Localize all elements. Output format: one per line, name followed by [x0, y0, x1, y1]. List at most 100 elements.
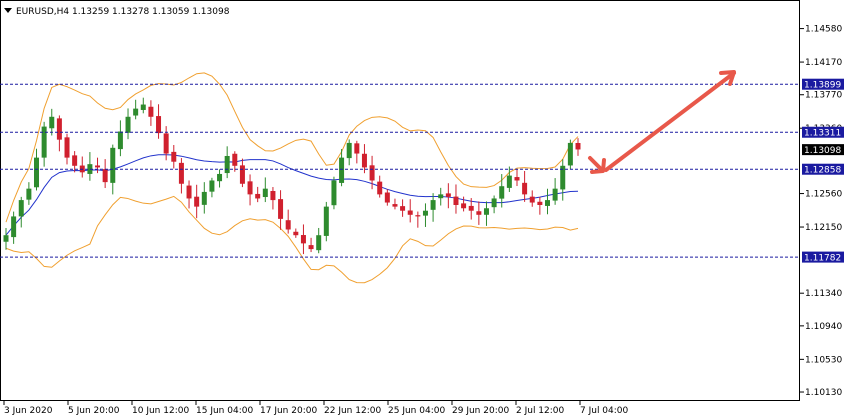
- x-tick-label: 25 Jun 04:00: [388, 406, 445, 416]
- candle-body: [26, 188, 32, 200]
- candle-body: [270, 190, 276, 201]
- candle-body: [201, 191, 207, 205]
- candle-body: [125, 116, 131, 133]
- candle-body: [285, 220, 291, 230]
- candle-body: [224, 155, 230, 174]
- y-tick-label: 1.10130: [805, 388, 842, 398]
- y-tick-label: 1.12560: [805, 190, 842, 200]
- y-tick-label: 1.10530: [805, 355, 842, 365]
- candle-body: [377, 181, 383, 195]
- candle-body: [209, 180, 215, 192]
- x-tick-label: 17 Jun 20:00: [260, 406, 317, 416]
- candle-body: [247, 181, 253, 195]
- candle-body: [369, 165, 375, 181]
- candle-body: [64, 137, 70, 158]
- candle-body: [499, 186, 505, 199]
- candle-body: [354, 143, 360, 154]
- level-label: 1.13311: [804, 129, 841, 139]
- candle-body: [262, 188, 268, 198]
- candle-body: [18, 200, 24, 217]
- candle-body: [476, 211, 482, 215]
- candle-body: [178, 162, 184, 184]
- y-tick-label: 1.14170: [805, 58, 842, 68]
- candle-body: [133, 108, 139, 116]
- candle-body: [346, 142, 352, 159]
- candle-body: [506, 175, 512, 188]
- candle-body: [323, 206, 329, 236]
- candle-body: [552, 188, 558, 201]
- candle-body: [3, 235, 9, 242]
- x-axis: 3 Jun 2020 5 Jun 20:00 10 Jun 12:00 15 Jun …: [3, 401, 629, 416]
- candle-body: [445, 193, 451, 197]
- candle-body: [331, 180, 337, 206]
- current-price-marker: 1.13098: [802, 144, 844, 156]
- candle-body: [95, 165, 101, 168]
- chart-title: EURUSD,H4 1.13259 1.13278 1.13059 1.1309…: [16, 7, 230, 17]
- candle-body: [453, 196, 459, 205]
- x-tick-label: 5 Jun 20:00: [68, 406, 120, 416]
- y-tick-label: 1.14580: [805, 25, 842, 35]
- candle-body: [407, 210, 413, 215]
- candle-body: [514, 177, 520, 181]
- candle-body: [278, 199, 284, 219]
- level-label: 1.12858: [804, 166, 841, 176]
- candle-body: [544, 200, 550, 206]
- candle-body: [422, 210, 428, 216]
- candle-body: [491, 198, 497, 208]
- chart-header: EURUSD,H4 1.13259 1.13278 1.13059 1.1309…: [4, 7, 230, 17]
- x-tick-label: 10 Jun 12:00: [132, 406, 189, 416]
- candle-body: [217, 173, 223, 182]
- candle-body: [186, 185, 192, 199]
- level-label: 1.13899: [804, 81, 841, 91]
- price-chart[interactable]: EURUSD,H4 1.13259 1.13278 1.13059 1.1309…: [0, 0, 846, 419]
- candle-body: [49, 116, 55, 129]
- candle-body: [239, 165, 245, 184]
- candle-body: [56, 118, 62, 140]
- y-tick-label: 1.12150: [805, 223, 842, 233]
- x-tick-label: 7 Jul 04:00: [580, 406, 629, 416]
- candle-body: [438, 194, 444, 199]
- candle-body: [392, 204, 398, 207]
- level-label: 1.11782: [804, 254, 841, 264]
- candle-body: [384, 192, 390, 203]
- candle-body: [163, 133, 169, 154]
- candle-body: [430, 200, 436, 210]
- x-tick-label: 2 Jul 12:00: [516, 406, 565, 416]
- y-tick-label: 1.13770: [805, 91, 842, 101]
- candle-body: [194, 196, 200, 207]
- x-tick-label: 3 Jun 2020: [4, 406, 53, 416]
- candle-body: [232, 153, 238, 166]
- plot-frame: [0, 0, 800, 401]
- candle-body: [483, 208, 489, 215]
- candle-body: [522, 182, 528, 195]
- candle-body: [148, 106, 154, 117]
- candle-body: [537, 201, 543, 205]
- current-price-label: 1.13098: [804, 146, 841, 156]
- candle-body: [117, 131, 123, 150]
- candle-body: [140, 104, 146, 110]
- candle-body: [361, 153, 367, 168]
- candle-body: [339, 157, 345, 183]
- candle-body: [11, 216, 17, 238]
- candle-body: [300, 235, 306, 244]
- candle-body: [575, 142, 581, 150]
- candle-body: [255, 193, 261, 199]
- candle-body: [415, 215, 421, 217]
- candle-body: [171, 151, 177, 162]
- candle-body: [308, 245, 314, 250]
- candle-body: [102, 169, 108, 183]
- candle-body: [156, 116, 162, 134]
- candle-body: [72, 155, 78, 166]
- candle-body: [110, 147, 116, 183]
- x-tick-label: 29 Jun 20:00: [452, 406, 509, 416]
- y-tick-label: 1.10940: [805, 322, 842, 332]
- candle-body: [461, 203, 467, 209]
- y-tick-label: 1.11340: [805, 289, 842, 299]
- candle-body: [567, 142, 573, 166]
- candle-body: [316, 235, 322, 251]
- x-tick-label: 22 Jun 12:00: [324, 406, 381, 416]
- x-tick-label: 15 Jun 04:00: [196, 406, 253, 416]
- candle-body: [34, 157, 40, 188]
- candle-body: [293, 231, 299, 236]
- candle-body: [529, 196, 535, 203]
